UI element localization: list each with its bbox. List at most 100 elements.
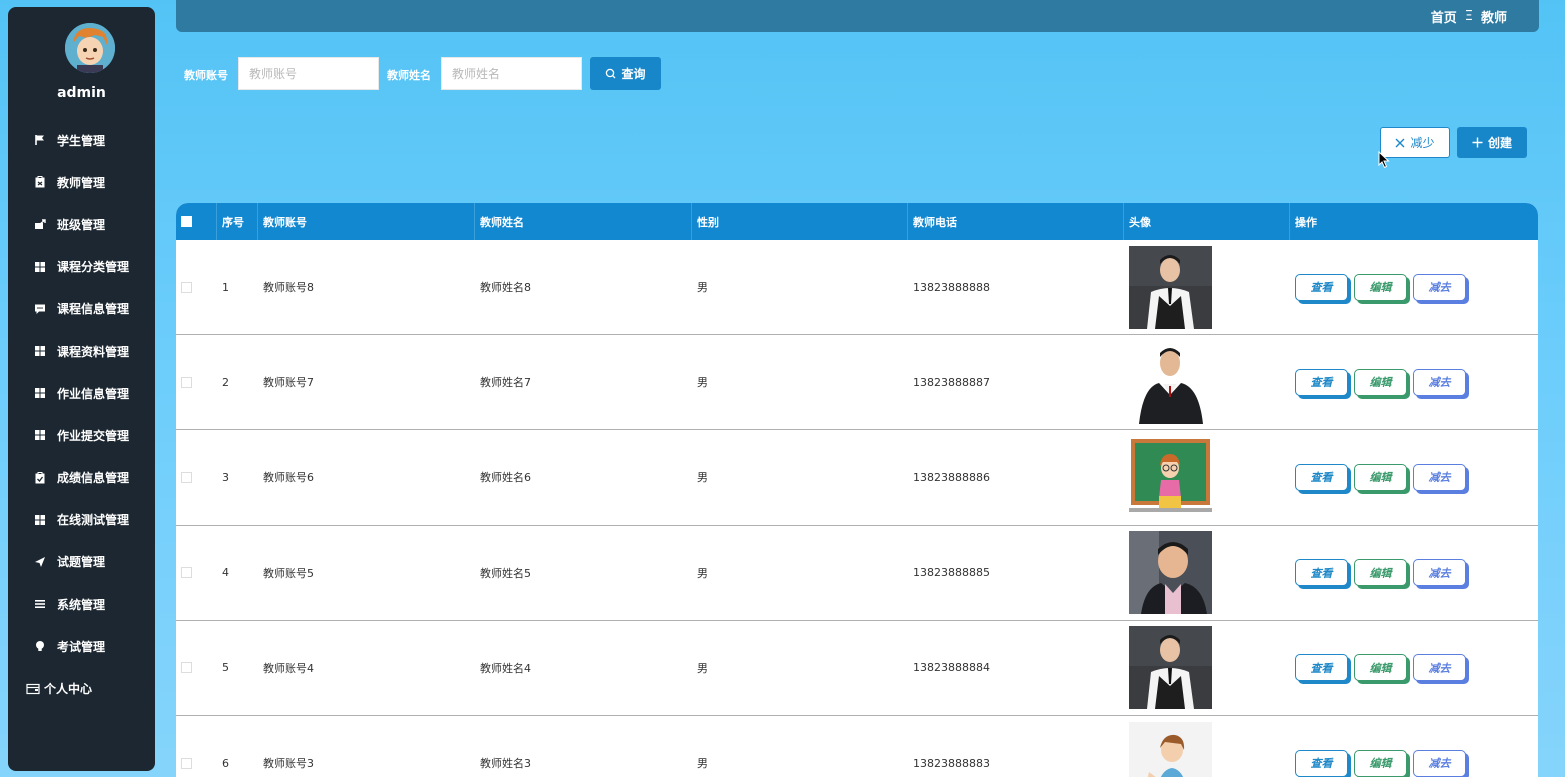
row-gender: 男: [697, 281, 708, 295]
sidebar-item-label: 教师管理: [57, 175, 106, 190]
sidebar-item-homework-info[interactable]: 作业信息管理: [8, 372, 155, 414]
sidebar-item-label: 系统管理: [57, 597, 106, 612]
row-checkbox[interactable]: [181, 757, 192, 769]
sidebar-item-course-category[interactable]: 课程分类管理: [8, 246, 155, 288]
row-name: 教师姓名4: [480, 661, 531, 675]
create-button[interactable]: 创建: [1457, 127, 1527, 158]
row-ops: 查看 编辑 减去: [1290, 335, 1538, 429]
sidebar-item-exam[interactable]: 考试管理: [8, 625, 155, 667]
sidebar-item-class[interactable]: 班级管理: [8, 203, 155, 245]
sidebar-item-question[interactable]: 试题管理: [8, 541, 155, 583]
reduce-button-label: 减少: [1410, 136, 1435, 150]
edit-button[interactable]: 编辑: [1354, 559, 1407, 587]
table-row: 3 教师账号6 教师姓名6 男 13823888886 查看 编辑 减去: [176, 430, 1538, 526]
row-check-cell: [176, 621, 217, 715]
row-checkbox[interactable]: [181, 376, 192, 388]
row-gender: 男: [697, 471, 708, 485]
sidebar-item-score-info[interactable]: 成绩信息管理: [8, 457, 155, 499]
sidebar-item-course-material[interactable]: 课程资料管理: [8, 330, 155, 372]
row-ops: 查看 编辑 减去: [1290, 526, 1538, 620]
edit-button[interactable]: 编辑: [1354, 273, 1407, 301]
view-button[interactable]: 查看: [1295, 559, 1348, 587]
delete-button[interactable]: 减去: [1413, 749, 1466, 777]
row-ops: 查看 编辑 减去: [1290, 621, 1538, 715]
row-no: 3: [222, 470, 229, 484]
row-gender: 男: [697, 757, 708, 771]
row-photo-cell: [1124, 716, 1290, 777]
edit-button[interactable]: 编辑: [1354, 463, 1407, 491]
view-button[interactable]: 查看: [1295, 749, 1348, 777]
row-no: 2: [222, 375, 229, 389]
edit-button[interactable]: 编辑: [1354, 654, 1407, 682]
sidebar-item-label: 课程信息管理: [57, 302, 130, 317]
row-checkbox[interactable]: [181, 281, 192, 293]
row-checkbox[interactable]: [181, 471, 192, 483]
mouse-cursor-icon: [1378, 151, 1390, 169]
sidebar-item-homework-submit[interactable]: 作业提交管理: [8, 414, 155, 456]
man-suit-icon: [1129, 626, 1212, 710]
delete-button[interactable]: 减去: [1413, 654, 1466, 682]
sidebar-menu: 学生管理 教师管理 班级管理 课程分类管理 课程信息管理 课程资料管理 作业信息…: [8, 119, 155, 710]
header-ops: 操作: [1295, 215, 1317, 229]
edit-button[interactable]: 编辑: [1354, 749, 1407, 777]
view-button[interactable]: 查看: [1295, 654, 1348, 682]
view-button[interactable]: 查看: [1295, 368, 1348, 396]
header-no: 序号: [217, 203, 258, 240]
delete-button[interactable]: 减去: [1413, 368, 1466, 396]
sidebar-item-student[interactable]: 学生管理: [8, 119, 155, 161]
grid-icon: [33, 386, 47, 400]
sidebar-item-label: 学生管理: [57, 133, 106, 148]
sidebar-item-online-test[interactable]: 在线测试管理: [8, 499, 155, 541]
row-account: 教师账号8: [263, 281, 314, 295]
wallet-icon: [26, 682, 40, 696]
reduce-button[interactable]: 减少: [1380, 127, 1450, 158]
teacher-table: 序号 教师账号 教师姓名 性别 教师电话 头像 操作 1 教师账号8 教师姓名8…: [176, 203, 1538, 777]
grid-icon: [33, 428, 47, 442]
avatar-icon: [65, 23, 115, 73]
username: admin: [57, 85, 106, 101]
edit-button[interactable]: 编辑: [1354, 368, 1407, 396]
row-no: 5: [222, 661, 229, 675]
sidebar-item-personal-center[interactable]: 个人中心: [8, 667, 155, 709]
view-button[interactable]: 查看: [1295, 273, 1348, 301]
breadcrumb-home[interactable]: 首页: [1431, 7, 1457, 26]
sidebar-item-label: 作业提交管理: [57, 428, 130, 443]
delete-button[interactable]: 减去: [1413, 463, 1466, 491]
row-checkbox[interactable]: [181, 662, 192, 674]
table-row: 5 教师账号4 教师姓名4 男 13823888884 查看 编辑 减去: [176, 621, 1538, 716]
man-portrait-icon: [1129, 531, 1212, 615]
avatar[interactable]: [65, 23, 115, 73]
sidebar-item-course-info[interactable]: 课程信息管理: [8, 288, 155, 330]
select-all-checkbox[interactable]: [181, 216, 192, 227]
view-button[interactable]: 查看: [1295, 463, 1348, 491]
query-button[interactable]: 查询: [590, 57, 661, 90]
delete-button[interactable]: 减去: [1413, 559, 1466, 587]
sidebar-item-system[interactable]: 系统管理: [8, 583, 155, 625]
delete-button[interactable]: 减去: [1413, 273, 1466, 301]
top-bar: 首页 Ξ 教师: [176, 0, 1539, 32]
row-photo-cell: [1124, 621, 1290, 715]
name-search-input[interactable]: [441, 57, 582, 90]
send-icon: [33, 555, 47, 569]
row-photo-cell: [1124, 430, 1290, 524]
row-phone: 13823888888: [913, 280, 990, 294]
row-photo-cell: [1124, 240, 1290, 334]
account-search-input[interactable]: [238, 57, 379, 90]
create-button-label: 创建: [1487, 136, 1512, 150]
row-ops: 查看 编辑 减去: [1290, 716, 1538, 777]
woman-cartoon-icon: [1129, 721, 1212, 777]
row-phone: 13823888885: [913, 566, 990, 580]
table-row: 6 教师账号3 教师姓名3 男 13823888883 查看 编辑 减去: [176, 716, 1538, 777]
sidebar-item-label: 班级管理: [57, 217, 106, 232]
breadcrumb-current: 教师: [1480, 11, 1507, 26]
row-check-cell: [176, 240, 217, 334]
row-checkbox[interactable]: [181, 567, 192, 579]
row-check-cell: [176, 716, 217, 777]
row-name: 教师姓名3: [480, 757, 531, 771]
sidebar-item-teacher[interactable]: 教师管理: [8, 161, 155, 203]
grid-icon: [33, 260, 47, 274]
row-gender: 男: [697, 661, 708, 675]
row-check-cell: [176, 526, 217, 620]
grid-icon: [33, 344, 47, 358]
row-account: 教师账号4: [263, 661, 314, 675]
